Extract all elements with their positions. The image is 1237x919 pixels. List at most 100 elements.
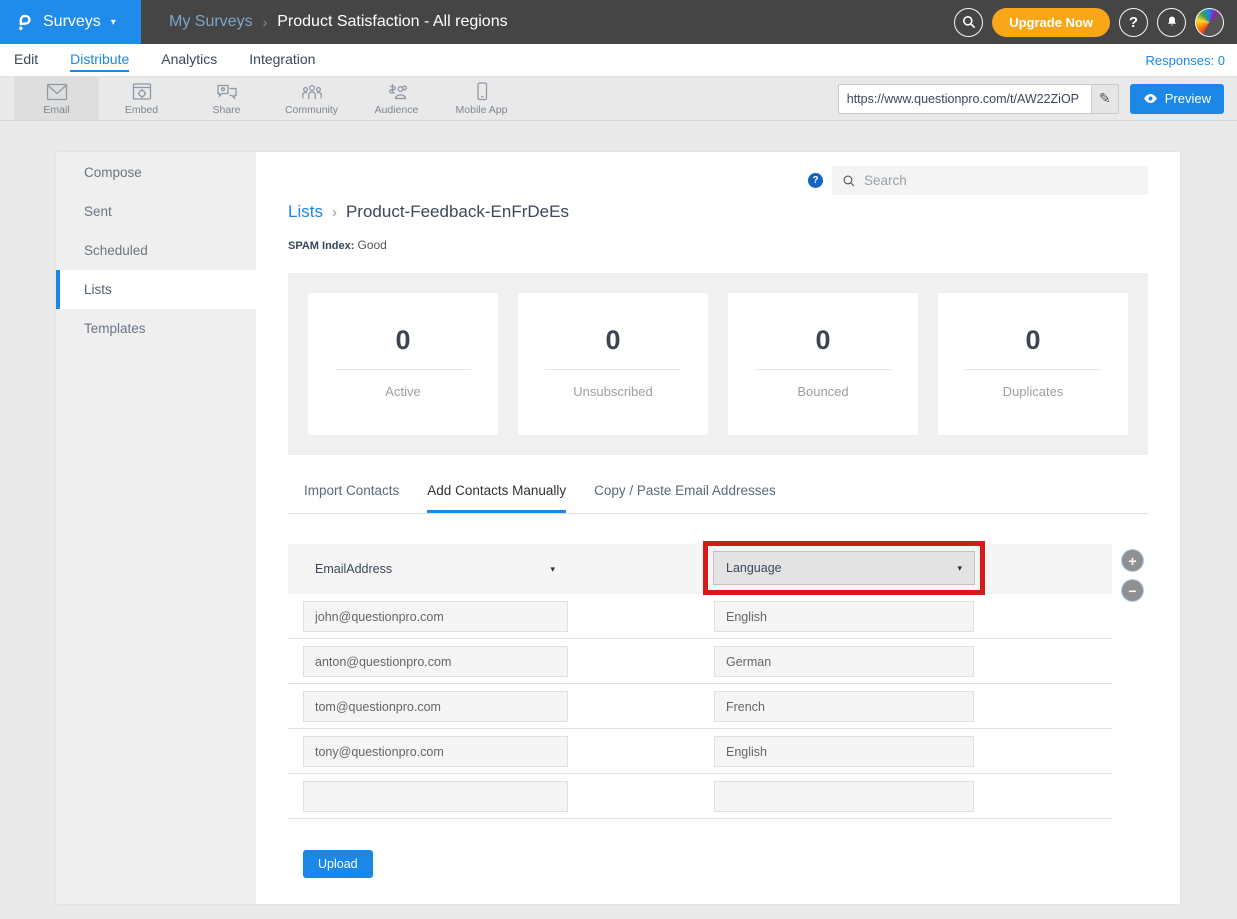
search-icon [961, 14, 977, 30]
bell-icon [1164, 14, 1180, 30]
list-search-box [832, 166, 1148, 195]
page-title: Product Satisfaction - All regions [277, 13, 507, 31]
divider [965, 369, 1102, 370]
stat-card-bounced: 0 Bounced [728, 293, 918, 435]
contact-language-input[interactable] [714, 646, 974, 677]
sidebar-item-scheduled[interactable]: Scheduled [56, 231, 256, 270]
menu-item-distribute[interactable]: Distribute [70, 49, 129, 72]
upload-button[interactable]: Upload [303, 850, 373, 878]
menu-item-analytics[interactable]: Analytics [161, 49, 217, 72]
upgrade-now-button[interactable]: Upgrade Now [992, 8, 1110, 37]
contacts-tabs: Import Contacts Add Contacts Manually Co… [288, 483, 1148, 514]
contact-email-input[interactable] [303, 691, 568, 722]
channel-audience[interactable]: Audience [354, 77, 439, 120]
pencil-icon: ✎ [1099, 90, 1111, 107]
brand-menu[interactable]: Surveys ▾ [0, 0, 141, 44]
add-column-button[interactable]: + [1122, 550, 1143, 571]
plus-icon: + [1128, 553, 1136, 569]
channel-email[interactable]: Email [14, 77, 99, 120]
questionpro-logo-icon [13, 10, 35, 34]
contact-email-input[interactable] [303, 646, 568, 677]
survey-url-input[interactable] [839, 85, 1091, 113]
share-icon [215, 82, 239, 102]
stat-card-active: 0 Active [308, 293, 498, 435]
contact-row [288, 594, 1112, 639]
stat-card-duplicates: 0 Duplicates [938, 293, 1128, 435]
language-column-select[interactable]: Language ▾ [713, 551, 975, 585]
email-column-select[interactable]: EmailAddress ▾ [315, 562, 555, 576]
search-icon [842, 174, 856, 188]
stat-card-unsubscribed: 0 Unsubscribed [518, 293, 708, 435]
email-icon [45, 82, 69, 102]
eye-icon [1143, 93, 1158, 104]
mobile-app-icon [474, 81, 490, 102]
breadcrumb-lists-link[interactable]: Lists [288, 202, 323, 222]
contextual-help-button[interactable]: ? [808, 173, 823, 188]
audience-icon [385, 82, 409, 102]
chevron-right-icon: › [332, 204, 337, 221]
caret-down-icon: ▾ [957, 563, 962, 574]
contacts-table: EmailAddress ▾ Language ▾ + − [288, 544, 1112, 819]
channel-community[interactable]: Community [269, 77, 354, 120]
tab-import-contacts[interactable]: Import Contacts [304, 483, 399, 513]
divider [755, 369, 892, 370]
tab-add-contacts-manually[interactable]: Add Contacts Manually [427, 483, 566, 513]
channel-share[interactable]: Share [184, 77, 269, 120]
menu-item-integration[interactable]: Integration [249, 49, 315, 72]
contact-email-input[interactable] [303, 736, 568, 767]
contact-language-input[interactable] [714, 781, 974, 812]
email-lists-card: Compose Sent Scheduled Lists Templates ?… [56, 152, 1180, 904]
contact-language-input[interactable] [714, 601, 974, 632]
sidebar-item-lists[interactable]: Lists [56, 270, 256, 309]
header-actions: Upgrade Now ? [954, 0, 1237, 44]
avatar[interactable] [1195, 8, 1224, 37]
header-breadcrumb: My Surveys › Product Satisfaction - All … [141, 0, 954, 44]
contact-row [288, 639, 1112, 684]
caret-down-icon: ▾ [550, 564, 555, 575]
contact-language-input[interactable] [714, 691, 974, 722]
contact-email-input[interactable] [303, 601, 568, 632]
app-header: Surveys ▾ My Surveys › Product Satisfact… [0, 0, 1237, 44]
breadcrumb: Lists › Product-Feedback-EnFrDeEs [288, 202, 1148, 222]
contact-language-input[interactable] [714, 736, 974, 767]
menu-item-edit[interactable]: Edit [14, 49, 38, 72]
channel-mobile-app[interactable]: Mobile App [439, 77, 524, 120]
tab-copy-paste-email-addresses[interactable]: Copy / Paste Email Addresses [594, 483, 776, 513]
minus-icon: − [1128, 583, 1136, 599]
survey-menu: Edit Distribute Analytics Integration Re… [0, 44, 1237, 77]
sidebar-item-templates[interactable]: Templates [56, 309, 256, 348]
preview-button[interactable]: Preview [1130, 84, 1224, 114]
notifications-button[interactable] [1157, 8, 1186, 37]
distribute-channel-bar: Email Embed Share Community [0, 77, 1237, 121]
contacts-table-header: EmailAddress ▾ Language ▾ + − [288, 544, 1112, 594]
edit-url-button[interactable]: ✎ [1091, 85, 1118, 113]
chevron-down-icon: ▾ [111, 17, 116, 28]
channel-embed[interactable]: Embed [99, 77, 184, 120]
search-input[interactable] [864, 173, 1138, 188]
contact-row [288, 774, 1112, 819]
embed-icon [131, 82, 153, 102]
chevron-right-icon: › [263, 14, 268, 30]
email-sidebar: Compose Sent Scheduled Lists Templates [56, 152, 256, 904]
contact-email-input[interactable] [303, 781, 568, 812]
contact-row [288, 729, 1112, 774]
help-button[interactable]: ? [1119, 8, 1148, 37]
global-search-button[interactable] [954, 8, 983, 37]
breadcrumb-my-surveys[interactable]: My Surveys [169, 13, 253, 31]
lists-content: ? Lists › Product-Feedback-EnFrDeEs SPAM… [256, 152, 1180, 904]
survey-url-box: ✎ [838, 84, 1119, 114]
list-stats-panel: 0 Active 0 Unsubscribed 0 Bounced 0 Dupl… [288, 273, 1148, 455]
divider [335, 369, 472, 370]
highlight-annotation: Language ▾ [703, 541, 985, 595]
responses-count[interactable]: Responses: 0 [1146, 53, 1226, 68]
sidebar-item-compose[interactable]: Compose [56, 153, 256, 192]
contact-row [288, 684, 1112, 729]
list-name: Product-Feedback-EnFrDeEs [346, 202, 569, 222]
divider [545, 369, 682, 370]
sidebar-item-sent[interactable]: Sent [56, 192, 256, 231]
question-mark-icon: ? [812, 175, 818, 186]
product-name: Surveys [43, 13, 101, 31]
spam-index: SPAM Index: Good [288, 238, 1148, 252]
question-mark-icon: ? [1129, 14, 1138, 31]
remove-column-button[interactable]: − [1122, 580, 1143, 601]
